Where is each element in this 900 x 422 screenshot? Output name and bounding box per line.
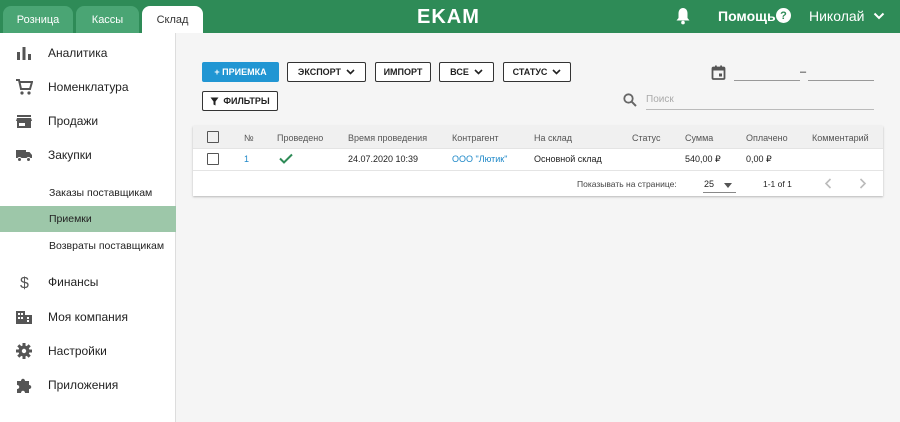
column-header[interactable]: Статус [632,133,660,143]
sidebar-item-label: Финансы [48,275,99,289]
button-label: ВСЕ [450,67,469,77]
chevron-left-icon[interactable] [824,178,832,189]
sidebar-subitem-supplier-orders[interactable]: Заказы поставщикам [0,180,176,206]
dollar-icon: $ [20,275,29,291]
cell-sum: 540,00 ₽ [685,154,721,164]
status-filter-button[interactable]: СТАТУС [503,62,571,82]
page-range: 1-1 of 1 [763,179,792,189]
button-label: СТАТУС [512,67,548,77]
cell-time: 24.07.2020 10:39 [348,154,419,164]
caret-down-icon [724,183,732,188]
column-header[interactable]: № [244,133,254,143]
filters-button[interactable]: ФИЛЬТРЫ [202,91,278,111]
sidebar-item-label: Приложения [48,378,119,392]
button-label: ФИЛЬТРЫ [223,96,270,106]
date-to-field[interactable] [808,80,874,81]
sidebar-item-company[interactable]: Моя компания [0,300,176,334]
column-header[interactable]: Комментарий [812,133,869,143]
column-header[interactable]: Контрагент [452,133,499,143]
divider [193,170,883,171]
sidebar-item-sales[interactable]: Продажи [0,104,176,138]
row-number-link[interactable]: 1 [244,154,249,164]
tab-label: Кассы [91,13,124,26]
sidebar-item-label: Моя компания [48,310,128,324]
divider [193,148,883,149]
tab-retail[interactable]: Розница [3,6,73,33]
logo: EKAM [417,6,480,28]
sidebar-subitem-label: Приемки [49,213,92,225]
top-bar: Розница Кассы Склад EKAM Помощь ? Никола… [0,0,900,33]
sidebar-item-label: Номенклатура [48,80,129,94]
sidebar-subitem-label: Возвраты поставщикам [49,240,165,252]
tab-cashboxes[interactable]: Кассы [76,6,139,33]
column-header[interactable]: Проведено [277,133,323,143]
sidebar-item-label: Закупки [48,148,92,162]
bell-icon[interactable] [675,7,691,25]
sidebar-item-finance[interactable]: $ Финансы [0,265,176,299]
calendar-icon[interactable] [711,65,726,80]
sidebar-item-label: Аналитика [48,46,108,60]
tab-label: Склад [156,13,189,26]
add-receipt-button[interactable]: + ПРИЕМКА [202,62,279,82]
sidebar-item-settings[interactable]: Настройки [0,334,176,368]
sidebar-item-label: Продажи [48,114,99,128]
store-icon [16,115,32,128]
bar-chart-icon [17,47,31,60]
search-input[interactable]: Поиск [646,94,674,105]
puzzle-icon [17,378,32,393]
truck-icon [16,150,32,162]
user-name[interactable]: Николай [809,8,864,24]
receipts-table: № Проведено Время проведения Контрагент … [193,126,883,196]
date-from-field[interactable] [734,80,800,81]
per-page-label: Показывать на странице: [577,179,677,189]
counterparty-link[interactable]: ООО "Лютик" [452,154,507,164]
sidebar-item-apps[interactable]: Приложения [0,368,176,402]
sidebar-subitem-label: Заказы поставщикам [49,187,153,199]
cart-icon [16,79,33,95]
sidebar-item-analytics[interactable]: Аналитика [0,36,176,70]
tab-warehouse[interactable]: Склад [142,6,203,33]
row-checkbox[interactable] [207,153,219,165]
all-filter-button[interactable]: ВСЕ [439,62,494,82]
column-header[interactable]: Время проведения [348,133,427,143]
sidebar-subitem-receipts[interactable]: Приемки [0,206,176,232]
svg-text:$: $ [20,275,29,291]
per-page-underline [703,192,736,193]
button-label: + ПРИЕМКА [214,67,267,77]
help-link[interactable]: Помощь [718,8,776,24]
date-separator: – [800,66,807,78]
sidebar-item-purchases[interactable]: Закупки [0,138,176,172]
import-button[interactable]: ИМПОРТ [375,62,431,82]
check-icon [279,153,293,164]
column-header[interactable]: На склад [534,133,572,143]
export-button[interactable]: ЭКСПОРТ [287,62,366,82]
chevron-down-icon [552,69,561,75]
cell-paid: 0,00 ₽ [746,154,772,164]
tab-label: Розница [16,13,60,26]
chevron-down-icon [474,69,483,75]
button-label: ЭКСПОРТ [297,67,342,77]
cell-warehouse: Основной склад [534,154,602,164]
sidebar-item-label: Настройки [48,344,107,358]
chevron-down-icon[interactable] [873,11,885,21]
sidebar-subitem-supplier-returns[interactable]: Возвраты поставщикам [0,233,176,259]
filter-icon [210,97,219,105]
gear-icon [16,343,32,359]
search-underline [646,109,874,110]
sidebar-item-nomenclature[interactable]: Номенклатура [0,70,176,104]
chevron-right-icon[interactable] [859,178,867,189]
building-icon [16,311,32,324]
select-all-checkbox[interactable] [207,131,219,143]
sidebar: Аналитика Номенклатура Продажи Закупки З… [0,33,176,422]
help-icon[interactable]: ? [776,8,791,23]
chevron-down-icon [346,69,355,75]
search-icon [623,93,637,107]
button-label: ИМПОРТ [383,67,423,77]
column-header[interactable]: Оплачено [746,133,788,143]
per-page-value: 25 [704,179,715,189]
column-header[interactable]: Сумма [685,133,713,143]
